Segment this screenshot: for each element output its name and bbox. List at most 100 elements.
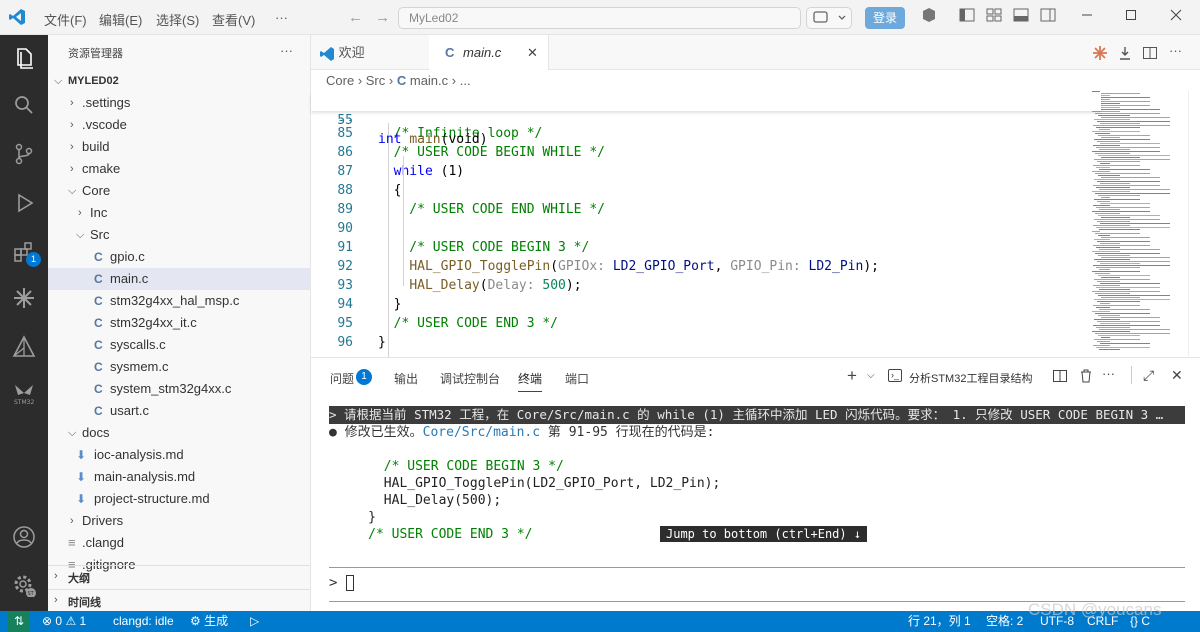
tab-ports[interactable]: 端口	[565, 370, 589, 387]
maximize-panel-icon[interactable]: ⤢	[1143, 367, 1154, 384]
menu-edit[interactable]: 编辑(E)	[99, 10, 142, 29]
run-debug-icon[interactable]	[12, 191, 36, 215]
customize-layout-icon[interactable]	[985, 6, 1007, 28]
manage-gear-icon[interactable]: ST	[12, 573, 36, 598]
code-line[interactable]: 95 /* USER CODE END 3 */	[311, 314, 1101, 333]
explorer-more-button[interactable]: ···	[280, 43, 293, 58]
tree-item[interactable]: › cmake	[48, 158, 310, 180]
code-line[interactable]: 94 }	[311, 295, 1101, 314]
tab-debug-console[interactable]: 调试控制台	[440, 370, 500, 387]
code-line[interactable]: 90	[311, 219, 1101, 238]
run-icon[interactable]: ▷	[250, 611, 259, 632]
tree-item[interactable]: Cstm32g4xx_hal_msp.c	[48, 290, 310, 312]
copilot-button[interactable]	[806, 7, 852, 29]
toggle-primary-sidebar-icon[interactable]	[958, 6, 980, 28]
tree-item[interactable]: › Inc	[48, 202, 310, 224]
split-terminal-icon[interactable]	[1052, 368, 1068, 387]
indentation[interactable]: 空格: 2	[986, 611, 1023, 632]
minimize-icon[interactable]	[1078, 6, 1100, 28]
accounts-shield-icon[interactable]	[920, 6, 942, 28]
terminal-title[interactable]: 分析STM32工程目录结构	[909, 370, 1032, 386]
command-center-search[interactable]: MyLed02	[398, 7, 801, 29]
code-text: }	[378, 297, 402, 312]
tree-item[interactable]: › .settings	[48, 92, 310, 114]
code-line[interactable]: 93 HAL_Delay(Delay: 500);	[311, 276, 1101, 295]
code-line[interactable]: 87 while (1)	[311, 162, 1101, 181]
remote-indicator-icon[interactable]: ⇅	[8, 611, 30, 632]
problems-status[interactable]: ⊗ 0 ⚠ 1	[42, 611, 86, 632]
debug-upload-icon[interactable]	[1117, 45, 1133, 64]
tree-item[interactable]: Csystem_stm32g4xx.c	[48, 378, 310, 400]
code-line[interactable]: 91 /* USER CODE BEGIN 3 */	[311, 238, 1101, 257]
timeline-section[interactable]: › 时间线	[48, 589, 310, 611]
menu-file[interactable]: 文件(F)	[44, 10, 87, 29]
tree-item[interactable]: › build	[48, 136, 310, 158]
tree-item[interactable]: ⌵ Core	[48, 180, 310, 202]
menu-view[interactable]: 查看(V)	[212, 10, 255, 29]
breadcrumb-src[interactable]: Src	[366, 73, 386, 88]
maximize-icon[interactable]	[1122, 6, 1144, 28]
chevron-down-icon[interactable]: ⌵	[867, 370, 875, 381]
cursor-position[interactable]: 行 21，列 1	[908, 611, 971, 632]
sticky-scroll-line[interactable]: 55 int main(void)	[311, 92, 1101, 147]
split-editor-icon[interactable]	[1142, 45, 1158, 64]
tree-item[interactable]: ⌵ docs	[48, 422, 310, 444]
editor-scrollbar[interactable]	[1188, 91, 1200, 356]
trash-icon[interactable]	[1078, 368, 1094, 387]
accounts-icon[interactable]	[12, 525, 36, 549]
tab-welcome[interactable]: 欢迎	[311, 35, 429, 70]
breadcrumb-symbol[interactable]: ...	[460, 73, 471, 88]
close-tab-icon[interactable]: ✕	[527, 35, 538, 70]
tree-item[interactable]: Csysmem.c	[48, 356, 310, 378]
close-window-icon[interactable]	[1167, 6, 1189, 28]
tab-terminal[interactable]: 终端	[518, 370, 543, 392]
menu-more[interactable]: ···	[275, 10, 288, 25]
more-actions-icon[interactable]: ···	[1102, 366, 1115, 381]
input-line[interactable]: >	[329, 574, 354, 592]
code-line[interactable]: 88 {	[311, 181, 1101, 200]
jump-to-bottom-button[interactable]: Jump to bottom (ctrl+End) ↓	[660, 526, 868, 542]
menu-selection[interactable]: 选择(S)	[156, 10, 199, 29]
forward-arrow-icon[interactable]: →	[375, 9, 390, 26]
claude-spark-icon[interactable]	[1092, 45, 1108, 64]
tree-item[interactable]: Csyscalls.c	[48, 334, 310, 356]
tab-output[interactable]: 输出	[394, 370, 418, 387]
tree-item[interactable]: Cstm32g4xx_it.c	[48, 312, 310, 334]
claude-spark-icon[interactable]	[12, 286, 36, 310]
result-path[interactable]: Core/Src/main.c	[423, 425, 540, 440]
breadcrumb-core[interactable]: Core	[326, 73, 354, 88]
tree-item[interactable]: ⬇ project-structure.md	[48, 488, 310, 510]
clangd-status[interactable]: clangd: idle	[113, 611, 174, 632]
search-icon[interactable]	[12, 93, 36, 117]
explorer-icon[interactable]	[12, 46, 36, 70]
build-button[interactable]: ⚙ 生成	[190, 611, 228, 632]
tree-root[interactable]: ⌵ MYLED02	[48, 70, 310, 92]
tree-item[interactable]: Cusart.c	[48, 400, 310, 422]
toggle-secondary-sidebar-icon[interactable]	[1039, 6, 1061, 28]
code-line[interactable]: 96}	[311, 333, 1101, 352]
tree-item[interactable]: ⬇ main-analysis.md	[48, 466, 310, 488]
tree-item[interactable]: ⌵ Src	[48, 224, 310, 246]
new-terminal-plus-icon[interactable]: +	[847, 366, 857, 386]
tab-main-c[interactable]: C main.c ✕	[429, 35, 549, 70]
close-panel-icon[interactable]: ✕	[1171, 367, 1183, 384]
tree-item[interactable]: › .vscode	[48, 114, 310, 136]
tree-item[interactable]: ≡ .clangd	[48, 532, 310, 554]
source-control-icon[interactable]	[12, 142, 36, 166]
login-button[interactable]: 登录	[865, 7, 905, 29]
code-line[interactable]: 89 /* USER CODE END WHILE */	[311, 200, 1101, 219]
tree-item[interactable]: Cmain.c	[48, 268, 310, 290]
tab-problems[interactable]: 问题	[330, 370, 354, 387]
stm32-icon[interactable]: STM32	[12, 381, 36, 406]
breadcrumb-file[interactable]: main.c	[410, 73, 448, 88]
more-actions-icon[interactable]: ···	[1169, 43, 1182, 58]
back-arrow-icon[interactable]: ←	[348, 9, 363, 26]
outline-section[interactable]: › 大纲	[48, 565, 310, 587]
tree-item[interactable]: › Drivers	[48, 510, 310, 532]
toggle-panel-icon[interactable]	[1012, 6, 1034, 28]
code-line[interactable]: 92 HAL_GPIO_TogglePin(GPIOx: LD2_GPIO_Po…	[311, 257, 1101, 276]
cmake-icon[interactable]	[12, 335, 36, 359]
minimap[interactable]	[1090, 91, 1188, 356]
tree-item[interactable]: Cgpio.c	[48, 246, 310, 268]
tree-item[interactable]: ⬇ ioc-analysis.md	[48, 444, 310, 466]
